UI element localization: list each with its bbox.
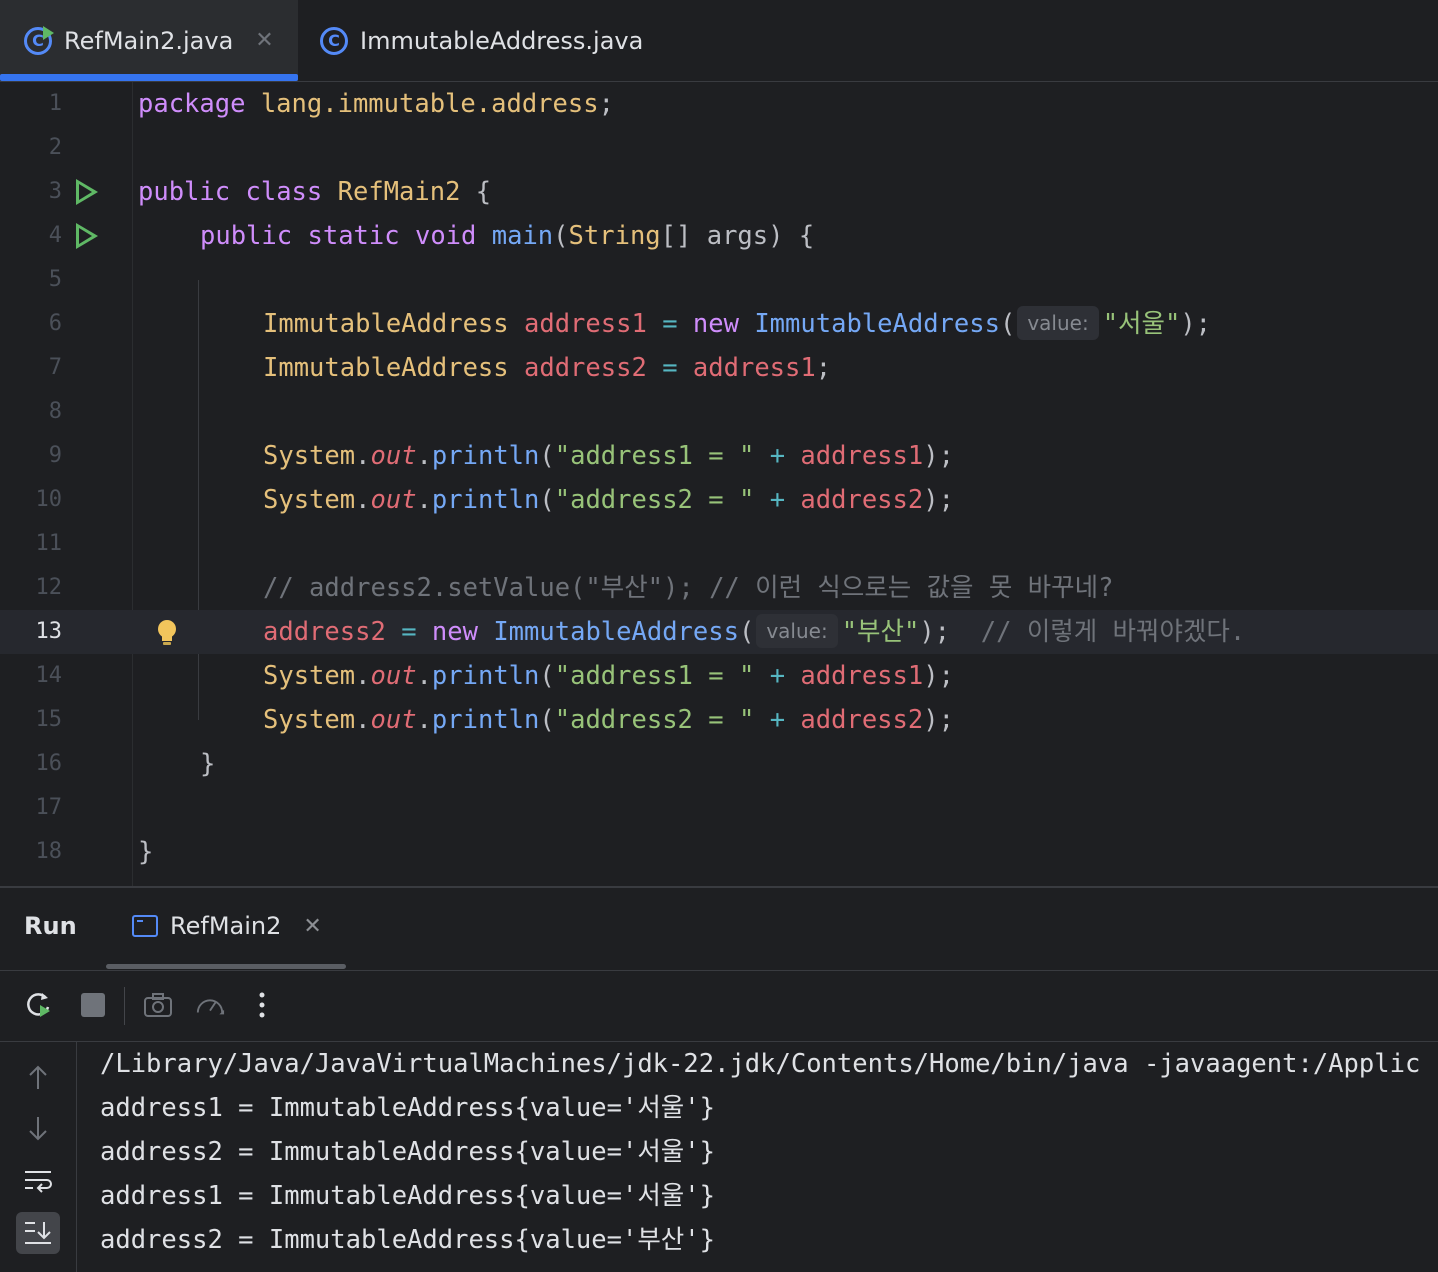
line-number: 16 bbox=[35, 751, 63, 776]
console-line: address2 = ImmutableAddress{value='부산'} bbox=[100, 1225, 715, 1255]
arrow-down-icon[interactable] bbox=[16, 1108, 60, 1150]
toolbar-separator bbox=[124, 987, 125, 1025]
code-line: 15 System.out.println("address2 = " + ad… bbox=[0, 698, 1438, 742]
tab-label: ImmutableAddress.java bbox=[360, 26, 644, 55]
code-line: 14 System.out.println("address1 = " + ad… bbox=[0, 654, 1438, 698]
console-line: /Library/Java/JavaVirtualMachines/jdk-22… bbox=[100, 1049, 1421, 1079]
tab-label: RefMain2.java bbox=[64, 26, 234, 55]
code-line: 6 ImmutableAddress address1 = new Immuta… bbox=[0, 302, 1438, 346]
rerun-icon[interactable] bbox=[24, 990, 54, 1020]
line-number: 17 bbox=[35, 795, 63, 820]
line-number: 13 bbox=[35, 619, 63, 644]
run-icon[interactable] bbox=[76, 179, 98, 205]
java-class-icon: C bbox=[24, 25, 54, 55]
console-line: address1 = ImmutableAddress{value='서울'} bbox=[100, 1181, 715, 1211]
line-number: 6 bbox=[48, 311, 62, 336]
line-number: 8 bbox=[48, 399, 62, 424]
line-number: 12 bbox=[35, 575, 63, 600]
active-tab-indicator bbox=[0, 74, 298, 81]
arrow-up-icon[interactable] bbox=[16, 1056, 60, 1098]
line-number: 2 bbox=[48, 135, 62, 160]
java-class-icon: C bbox=[320, 26, 348, 55]
line-number: 3 bbox=[48, 179, 62, 204]
code-line: 10 System.out.println("address2 = " + ad… bbox=[0, 478, 1438, 522]
soft-wrap-icon[interactable] bbox=[16, 1160, 60, 1202]
active-tab-indicator bbox=[106, 964, 346, 969]
line-number: 11 bbox=[35, 531, 63, 556]
line-number: 1 bbox=[48, 91, 62, 116]
console-output[interactable]: /Library/Java/JavaVirtualMachines/jdk-22… bbox=[100, 1042, 1438, 1272]
line-number: 15 bbox=[35, 707, 63, 732]
code-editor[interactable]: 1 package lang.immutable.address; 2 3 pu… bbox=[0, 82, 1438, 886]
line-number: 5 bbox=[48, 267, 62, 292]
run-panel: Run RefMain2 ✕ /Library/Java/JavaVirtual… bbox=[0, 886, 1438, 1272]
editor-tab-bar: C RefMain2.java ✕ C ImmutableAddress.jav… bbox=[0, 0, 1438, 82]
more-options-icon[interactable] bbox=[247, 990, 277, 1020]
code-line: 2 bbox=[0, 126, 1438, 170]
line-number: 7 bbox=[48, 355, 62, 380]
line-number: 4 bbox=[48, 223, 62, 248]
code-line: 5 bbox=[0, 258, 1438, 302]
line-number: 9 bbox=[48, 443, 62, 468]
camera-icon[interactable] bbox=[143, 990, 173, 1020]
parameter-hint: value: bbox=[756, 614, 838, 648]
run-panel-title: Run bbox=[24, 912, 77, 940]
line-number: 14 bbox=[35, 663, 63, 688]
profiler-icon[interactable] bbox=[195, 990, 225, 1020]
code-line: 7 ImmutableAddress address2 = address1; bbox=[0, 346, 1438, 390]
close-icon[interactable]: ✕ bbox=[303, 914, 321, 939]
run-tab-bar: Run RefMain2 ✕ bbox=[0, 888, 1438, 971]
code-line: 17 bbox=[0, 786, 1438, 830]
line-number: 10 bbox=[35, 487, 63, 512]
code-line: 18 } bbox=[0, 830, 1438, 874]
run-toolbar bbox=[0, 971, 1438, 1042]
code-line-current: 13 address2 = new ImmutableAddress(value… bbox=[0, 610, 1438, 654]
console-line: address1 = ImmutableAddress{value='서울'} bbox=[100, 1093, 715, 1123]
code-comment: // address2.setValue("부산"); // 이런 식으로는 값… bbox=[263, 573, 1114, 603]
scroll-to-end-icon[interactable] bbox=[16, 1212, 60, 1254]
code-line: 9 System.out.println("address1 = " + add… bbox=[0, 434, 1438, 478]
console-icon bbox=[132, 915, 158, 937]
code-line: 16 } bbox=[0, 742, 1438, 786]
close-icon[interactable]: ✕ bbox=[255, 28, 273, 53]
code-line: 11 bbox=[0, 522, 1438, 566]
lightbulb-icon[interactable] bbox=[154, 618, 180, 652]
code-line: 12 // address2.setValue("부산"); // 이런 식으로… bbox=[0, 566, 1438, 610]
code-comment: // 이렇게 바꿔야겠다. bbox=[980, 617, 1246, 647]
parameter-hint: value: bbox=[1017, 306, 1099, 340]
code-line: 3 public class RefMain2 { bbox=[0, 170, 1438, 214]
line-number: 18 bbox=[35, 839, 63, 864]
run-tab-label: RefMain2 bbox=[170, 912, 282, 940]
code-line: 4 public static void main(String[] args)… bbox=[0, 214, 1438, 258]
code-line: 8 bbox=[0, 390, 1438, 434]
tab-immutable-address[interactable]: C ImmutableAddress.java bbox=[320, 0, 643, 81]
stop-icon[interactable] bbox=[78, 990, 108, 1020]
console-line: address2 = ImmutableAddress{value='서울'} bbox=[100, 1137, 715, 1167]
run-icon[interactable] bbox=[76, 223, 98, 249]
tab-refmain2[interactable]: C RefMain2.java ✕ bbox=[0, 0, 298, 81]
code-line: 1 package lang.immutable.address; bbox=[0, 82, 1438, 126]
run-tab-refmain2[interactable]: RefMain2 ✕ bbox=[132, 912, 322, 940]
console-sidebar bbox=[0, 1042, 77, 1272]
